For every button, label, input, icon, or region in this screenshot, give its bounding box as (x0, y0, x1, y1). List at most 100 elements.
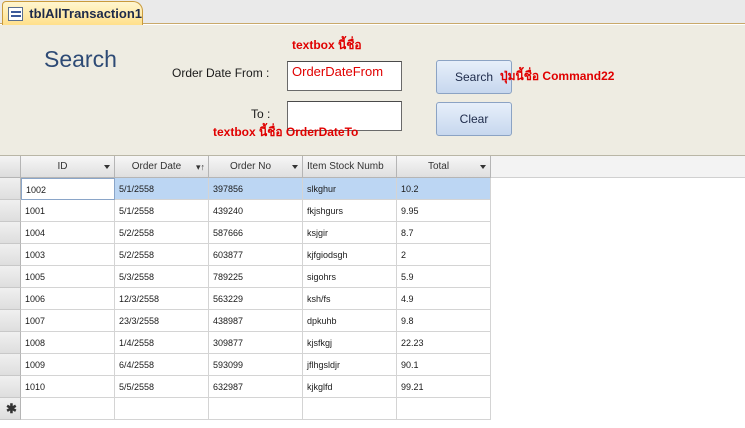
table-cell[interactable] (209, 398, 303, 420)
table-cell[interactable] (397, 398, 491, 420)
table-cell[interactable]: 5/1/2558 (115, 178, 209, 200)
table-row[interactable]: 1008 1/4/2558 309877 kjsfkgj 22.23 (0, 332, 491, 354)
row-selector[interactable] (0, 222, 21, 244)
table-row[interactable]: 1003 5/2/2558 603877 kjfgiodsgh 2 (0, 244, 491, 266)
table-cell[interactable]: 5/2/2558 (115, 222, 209, 244)
table-cell[interactable]: 1005 (21, 266, 115, 288)
table-cell[interactable]: 8.7 (397, 222, 491, 244)
table-cell[interactable]: jflhgsldjr (303, 354, 397, 376)
table-row[interactable]: 1002 5/1/2558 397856 slkghur 10.2 (0, 178, 491, 200)
annotation-textbox-from: textbox นี้ชื่อ (292, 38, 362, 52)
column-header-id[interactable]: ID (21, 156, 115, 178)
tab-label: tblAllTransaction1 (29, 6, 142, 21)
table-cell[interactable]: 6/4/2558 (115, 354, 209, 376)
table-cell[interactable]: kjfgiodsgh (303, 244, 397, 266)
table-cell[interactable]: dpkuhb (303, 310, 397, 332)
page-title: Search (44, 46, 117, 72)
table-row[interactable]: 1004 5/2/2558 587666 ksjgir 8.7 (0, 222, 491, 244)
column-header-order-date[interactable]: Order Date ▾↑ (115, 156, 209, 178)
table-cell[interactable]: ksjgir (303, 222, 397, 244)
row-selector[interactable] (0, 288, 21, 310)
clear-button[interactable]: Clear (436, 102, 512, 136)
table-cell[interactable]: 10.2 (397, 178, 491, 200)
table-cell[interactable] (115, 398, 209, 420)
table-row[interactable]: 1006 12/3/2558 563229 ksh/fs 4.9 (0, 288, 491, 310)
table-cell[interactable]: 5.9 (397, 266, 491, 288)
table-cell[interactable]: 5/5/2558 (115, 376, 209, 398)
column-header-total[interactable]: Total (397, 156, 491, 178)
table-cell[interactable]: 23/3/2558 (115, 310, 209, 332)
chevron-down-icon[interactable] (480, 165, 486, 169)
order-date-from-input[interactable]: OrderDateFrom (287, 61, 402, 91)
table-cell[interactable]: 99.21 (397, 376, 491, 398)
column-header-order-no[interactable]: Order No (209, 156, 303, 178)
table-cell[interactable]: 1004 (21, 222, 115, 244)
table-cell[interactable]: 632987 (209, 376, 303, 398)
table-cell[interactable]: 2 (397, 244, 491, 266)
row-selector[interactable]: ✱ (0, 398, 21, 420)
table-cell[interactable]: slkghur (303, 178, 397, 200)
table-cell[interactable]: 1002 (21, 178, 115, 200)
table-cell[interactable]: kjkglfd (303, 376, 397, 398)
table-cell[interactable]: 789225 (209, 266, 303, 288)
table-cell[interactable]: 90.1 (397, 354, 491, 376)
row-selector[interactable] (0, 310, 21, 332)
annotation-button-name: ปุ่มนี้ชื่อ Command22 (500, 69, 615, 83)
table-cell[interactable]: 22.23 (397, 332, 491, 354)
row-selector[interactable] (0, 266, 21, 288)
table-cell[interactable]: 9.8 (397, 310, 491, 332)
form-header: Search textbox นี้ชื่อ Order Date From :… (0, 25, 745, 156)
table-row[interactable]: 1010 5/5/2558 632987 kjkglfd 99.21 (0, 376, 491, 398)
table-row[interactable]: 1007 23/3/2558 438987 dpkuhb 9.8 (0, 310, 491, 332)
table-cell[interactable]: 9.95 (397, 200, 491, 222)
table-cell[interactable]: 1001 (21, 200, 115, 222)
table-cell[interactable]: 5/2/2558 (115, 244, 209, 266)
column-header-item-stock-number[interactable]: Item Stock Numb (303, 156, 397, 178)
table-cell[interactable]: 1007 (21, 310, 115, 332)
table-cell[interactable] (21, 398, 115, 420)
table-cell[interactable]: ksh/fs (303, 288, 397, 310)
tab-tblAllTransaction1[interactable]: tblAllTransaction1 (2, 1, 143, 25)
table-cell[interactable]: 587666 (209, 222, 303, 244)
table-cell[interactable]: 397856 (209, 178, 303, 200)
table-cell[interactable]: fkjshgurs (303, 200, 397, 222)
table-cell[interactable]: 1/4/2558 (115, 332, 209, 354)
chevron-down-icon[interactable] (104, 165, 110, 169)
table-row[interactable]: 1001 5/1/2558 439240 fkjshgurs 9.95 (0, 200, 491, 222)
table-row[interactable]: 1009 6/4/2558 593099 jflhgsldjr 90.1 (0, 354, 491, 376)
row-selector[interactable] (0, 354, 21, 376)
table-cell[interactable]: 5/3/2558 (115, 266, 209, 288)
table-cell[interactable]: 1003 (21, 244, 115, 266)
table-cell[interactable]: 1006 (21, 288, 115, 310)
order-date-from-value: OrderDateFrom (292, 64, 384, 79)
table-cell[interactable]: 563229 (209, 288, 303, 310)
table-cell[interactable]: 4.9 (397, 288, 491, 310)
table-cell[interactable]: sigohrs (303, 266, 397, 288)
table-cell[interactable] (303, 398, 397, 420)
table-cell[interactable]: 603877 (209, 244, 303, 266)
table-cell[interactable]: 439240 (209, 200, 303, 222)
row-selector[interactable] (0, 178, 21, 200)
chevron-down-icon[interactable] (292, 165, 298, 169)
row-selector[interactable] (0, 376, 21, 398)
table-cell[interactable]: 438987 (209, 310, 303, 332)
access-window: tblAllTransaction1 Search textbox นี้ชื่… (0, 0, 745, 428)
table-cell[interactable]: 593099 (209, 354, 303, 376)
to-label: To : (251, 107, 271, 121)
table-cell[interactable]: 1010 (21, 376, 115, 398)
table-row[interactable]: 1005 5/3/2558 789225 sigohrs 5.9 (0, 266, 491, 288)
table-cell[interactable]: 5/1/2558 (115, 200, 209, 222)
row-selector[interactable] (0, 332, 21, 354)
row-selector[interactable] (0, 200, 21, 222)
order-date-from-label: Order Date From : (172, 66, 270, 80)
row-selector[interactable] (0, 244, 21, 266)
select-all-corner[interactable] (0, 156, 21, 178)
table-cell[interactable]: 309877 (209, 332, 303, 354)
document-tab-strip: tblAllTransaction1 (0, 0, 745, 25)
sort-ascending-icon[interactable]: ▾↑ (196, 162, 205, 172)
table-cell[interactable]: 1009 (21, 354, 115, 376)
table-cell[interactable]: 12/3/2558 (115, 288, 209, 310)
table-cell[interactable]: kjsfkgj (303, 332, 397, 354)
table-cell[interactable]: 1008 (21, 332, 115, 354)
new-record-row[interactable]: ✱ (0, 398, 491, 420)
